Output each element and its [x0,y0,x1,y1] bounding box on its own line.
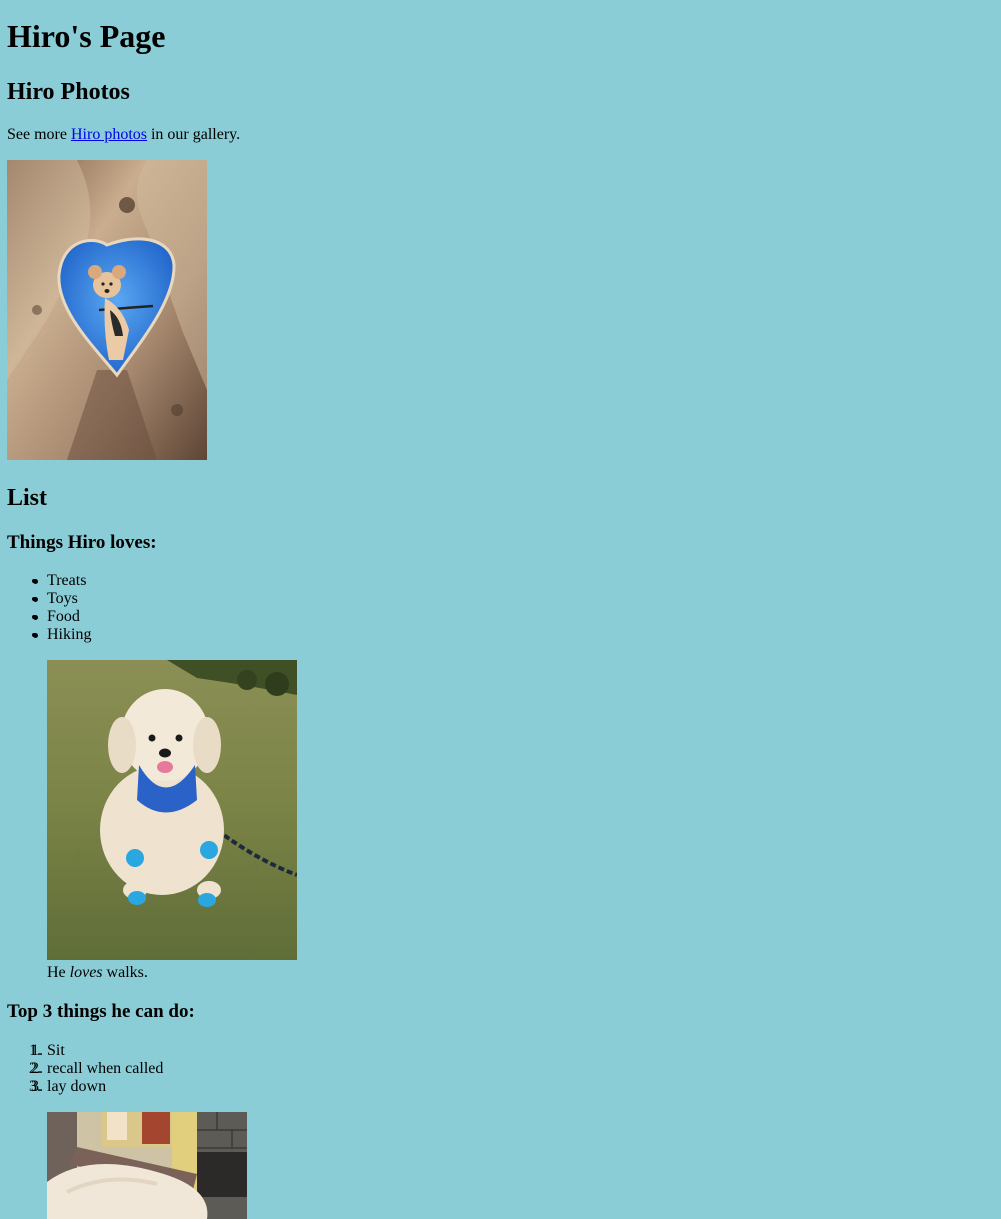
list-item: Treats [33,572,87,590]
list-item-label: lay down [47,1078,107,1095]
bullet-marker [33,633,38,638]
walk-caption: He loves walks. [47,963,148,982]
list-item-label: Treats [47,572,87,589]
intro-text-before: See more [7,126,71,143]
list-item-label: Toys [47,590,78,607]
list-item-label: Food [47,608,80,625]
list-item-label: recall when called [47,1060,164,1077]
bullet-marker [33,615,38,620]
page-title: Hiro's Page [7,18,166,54]
hiro-photos-link[interactable]: Hiro photos [71,126,147,143]
hiro-couch-photo [47,1112,247,1219]
list-item: 1. Sit [29,1042,65,1060]
intro-text-after: in our gallery. [146,126,241,143]
bullet-marker [33,579,38,584]
list-number: 1. [29,1042,41,1059]
caption-after: walks. [102,964,148,981]
photos-heading: Hiro Photos [7,79,130,105]
list-item: Toys [33,590,78,608]
caption-emphasis: loves [69,964,103,981]
bullet-marker [33,597,38,602]
list-number: 3. [29,1078,41,1095]
skills-heading: Top 3 things he can do: [7,1001,195,1022]
list-item-label: Hiking [47,626,92,643]
list-number: 2. [29,1060,41,1077]
list-item-label: Sit [47,1042,65,1059]
list-item: 2. recall when called [29,1060,164,1078]
list-item: Food [33,608,80,626]
intro-text: See more Hiro photos in our gallery. [7,125,240,144]
list-item: Hiking [33,626,92,644]
list-item: 3. lay down [29,1078,107,1096]
list-heading: List [7,485,48,511]
page: Hiro's Page Hiro Photos See more Hiro ph… [0,0,1001,1219]
loves-heading: Things Hiro loves: [7,532,157,553]
hiro-walk-photo [47,660,297,960]
hiro-heart-photo [7,160,207,460]
caption-before: He [47,964,70,981]
